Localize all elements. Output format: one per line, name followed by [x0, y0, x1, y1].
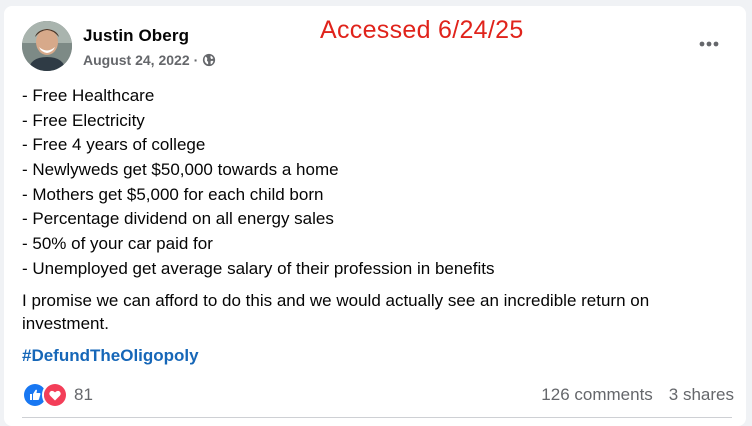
list-item: - Free Healthcare: [22, 86, 155, 105]
post-card: Justin Oberg August 24, 2022 · Accessed …: [4, 6, 746, 426]
shares-count-link[interactable]: 3 shares: [669, 385, 734, 405]
profile-photo: [22, 21, 72, 71]
post-meta: August 24, 2022 ·: [83, 52, 216, 68]
reactions-summary[interactable]: 81: [22, 382, 93, 408]
meta-separator: ·: [193, 52, 199, 68]
list-item: - Newlyweds get $50,000 towards a home: [22, 160, 339, 180]
reaction-count: 81: [74, 385, 93, 404]
list-item: - Free 4 years of college: [22, 135, 206, 155]
post-date[interactable]: August 24, 2022: [83, 52, 190, 68]
post-body: - Free Healthcare - Free Electricity - F…: [22, 84, 732, 366]
hashtag-link[interactable]: #DefundTheOligopoly: [22, 346, 199, 366]
globe-icon[interactable]: [202, 53, 216, 67]
promise-list: - Free Healthcare - Free Electricity - F…: [22, 84, 732, 282]
avatar[interactable]: [22, 21, 72, 71]
post-stats: 81 126 comments 3 shares: [22, 382, 734, 408]
list-item: - Percentage dividend on all energy sale…: [22, 209, 334, 229]
engagement-counts: 126 comments 3 shares: [541, 385, 734, 405]
divider: [22, 417, 732, 418]
love-icon: [42, 382, 68, 408]
comments-count-link[interactable]: 126 comments: [541, 385, 653, 405]
accessed-annotation: Accessed 6/24/25: [320, 16, 524, 44]
more-options-icon[interactable]: [698, 36, 720, 47]
list-item: - 50% of your car paid for: [22, 234, 213, 254]
list-item: - Unemployed get average salary of their…: [22, 258, 495, 278]
list-item: - Free Electricity: [22, 110, 145, 130]
list-item: - Mothers get $5,000 for each child born: [22, 184, 324, 204]
author-name[interactable]: Justin Oberg: [83, 26, 189, 46]
post-paragraph: I promise we can afford to do this and w…: [22, 290, 650, 333]
